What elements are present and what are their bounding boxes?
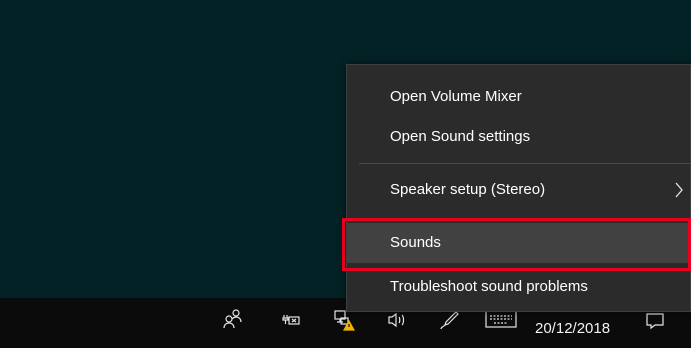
volume-icon[interactable] [386, 310, 410, 330]
chevron-right-icon [674, 170, 684, 210]
people-icon[interactable] [222, 306, 244, 330]
menu-item-open-volume-mixer[interactable]: Open Volume Mixer [347, 77, 690, 117]
menu-item-label: Speaker setup (Stereo) [390, 181, 546, 198]
menu-item-open-sound-settings[interactable]: Open Sound settings [347, 117, 690, 157]
menu-item-label: Troubleshoot sound problems [390, 278, 588, 295]
action-center-icon[interactable] [644, 310, 666, 332]
menu-item-speaker-setup[interactable]: Speaker setup (Stereo) [347, 170, 690, 210]
menu-item-label: Open Volume Mixer [390, 88, 522, 105]
menu-item-troubleshoot[interactable]: Troubleshoot sound problems [347, 267, 690, 307]
menu-separator [359, 163, 690, 164]
battery-icon[interactable] [280, 310, 302, 330]
menu-item-label: Open Sound settings [390, 128, 531, 145]
menu-item-sounds[interactable]: Sounds [347, 223, 690, 263]
taskbar-date[interactable]: 20/12/2018 [535, 319, 620, 339]
menu-item-label: Sounds [390, 234, 441, 251]
volume-context-menu: Open Volume Mixer Open Sound settings Sp… [346, 64, 691, 312]
